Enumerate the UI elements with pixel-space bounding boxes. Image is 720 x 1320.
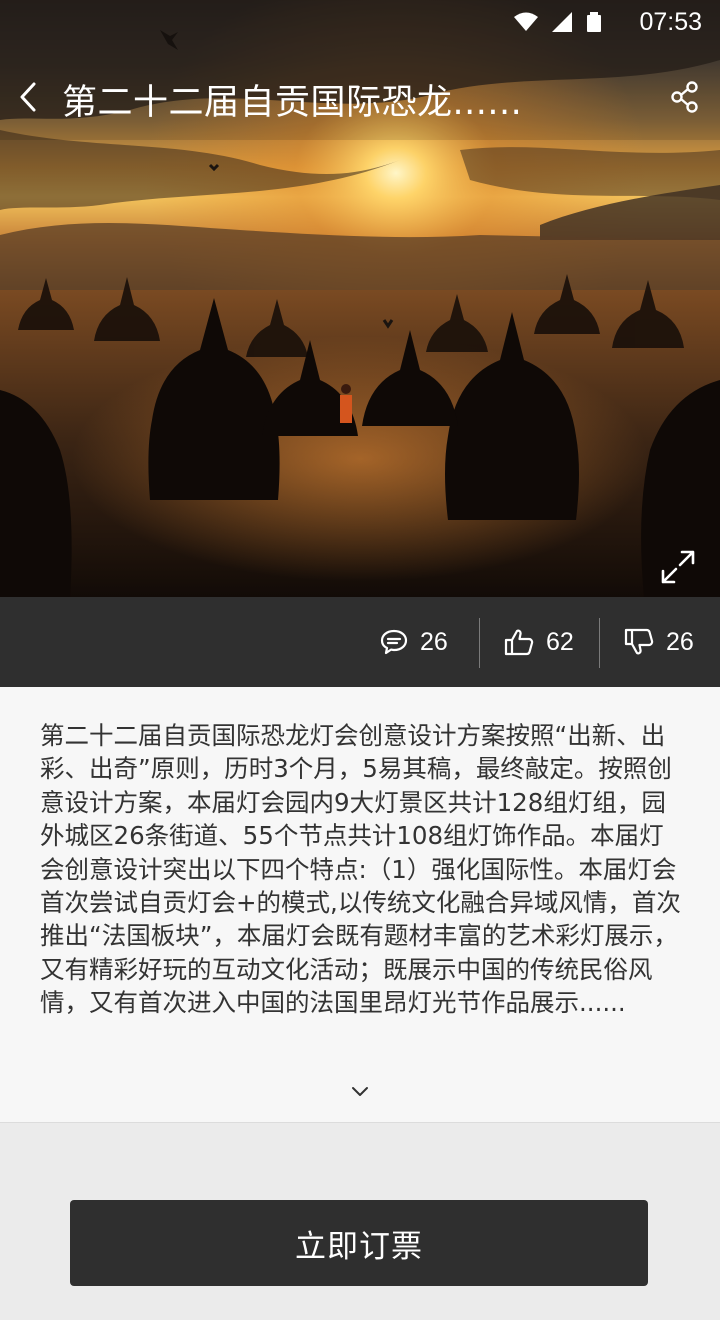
status-icons [514,12,602,32]
comment-icon [380,629,408,655]
page-title: 第二十二届自贡国际恐龙...... [62,83,523,123]
divider [479,618,480,668]
wifi-icon [514,12,538,31]
divider [599,618,600,668]
chevron-left-icon [20,82,36,112]
status-time: 07:53 [639,8,702,36]
dislike-button[interactable]: 26 [624,597,694,687]
description-panel: 第二十二届自贡国际恐龙灯会创意设计方案按照“出新、出彩、出奇”原则，历时3个月，… [0,687,720,1123]
share-button[interactable] [670,80,700,114]
status-bar: 07:53 [0,0,720,48]
description-text: 第二十二届自贡国际恐龙灯会创意设计方案按照“出新、出彩、出奇”原则，历时3个月，… [40,721,681,1018]
likes-count: 62 [546,627,574,656]
comments-button[interactable]: 26 [380,597,448,687]
thumbs-up-icon [504,629,534,656]
dislikes-count: 26 [666,627,694,656]
share-icon [671,81,698,113]
expand-description-button[interactable] [350,1083,370,1097]
chevron-down-icon [352,1087,368,1096]
bottom-action-area: 立即订票 [0,1123,720,1320]
book-ticket-button[interactable]: 立即订票 [70,1200,648,1286]
signal-icon [552,12,572,32]
fullscreen-button[interactable] [660,549,696,585]
back-button[interactable] [14,76,44,118]
comments-count: 26 [420,627,448,656]
hero-image: 07:53 第二十二届自贡国际恐龙...... [0,0,720,597]
expand-icon [661,550,695,584]
title-bar: 第二十二届自贡国际恐龙...... [0,64,720,134]
thumbs-down-icon [624,628,654,655]
like-button[interactable]: 62 [504,597,574,687]
battery-icon [587,12,601,32]
stats-bar: 26 62 26 [0,597,720,687]
